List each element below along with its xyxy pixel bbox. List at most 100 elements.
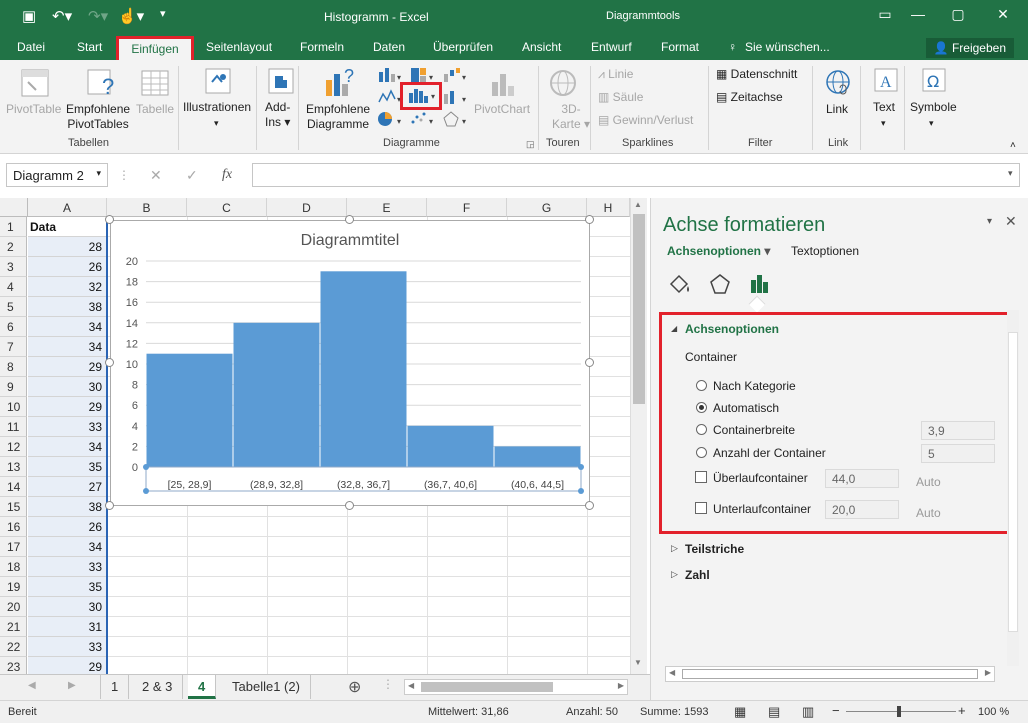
tab-text-options[interactable]: Textoptionen (791, 244, 859, 258)
zoom-in-icon[interactable]: + (958, 703, 966, 718)
chart-resize-handle[interactable] (345, 501, 354, 510)
page-layout-view-icon[interactable]: ▤ (768, 704, 780, 720)
cell-a21[interactable]: 31 (28, 617, 107, 637)
minimize-icon[interactable]: — (903, 6, 933, 22)
illustrations-button[interactable]: Illustrationen (183, 100, 251, 115)
row-header-14[interactable]: 14 (0, 477, 27, 497)
chart-resize-handle[interactable] (585, 501, 594, 510)
chart-resize-handle[interactable] (585, 215, 594, 224)
cell-a7[interactable]: 34 (28, 337, 107, 357)
hscroll-thumb[interactable] (421, 682, 553, 692)
row-header-19[interactable]: 19 (0, 577, 27, 597)
page-break-view-icon[interactable]: ▥ (802, 704, 814, 720)
tab-seitenlayout[interactable]: Seitenlayout (206, 40, 272, 54)
cell-a10[interactable]: 29 (28, 397, 107, 417)
chart-resize-handle[interactable] (105, 215, 114, 224)
tab-start[interactable]: Start (77, 40, 102, 54)
zoom-slider-thumb[interactable] (897, 706, 901, 717)
tab-datei[interactable]: Datei (17, 40, 45, 54)
chart-resize-handle[interactable] (345, 215, 354, 224)
pane-horizontal-scrollbar[interactable]: ◀ ▶ (665, 666, 995, 682)
section-tick-marks[interactable]: Teilstriche (685, 542, 744, 556)
cell-a23[interactable]: 29 (28, 657, 107, 674)
cell-a11[interactable]: 33 (28, 417, 107, 437)
touch-mode-icon[interactable]: ☝▾ (118, 7, 144, 25)
cell-a4[interactable]: 32 (28, 277, 107, 297)
cell-a15[interactable]: 38 (28, 497, 107, 517)
text-button[interactable]: Text (873, 100, 895, 115)
horizontal-scrollbar[interactable]: ◀ ▶ (404, 679, 628, 695)
tab-daten[interactable]: Daten (373, 40, 405, 54)
tab-entwurf[interactable]: Entwurf (591, 40, 632, 54)
column-header-g[interactable]: G (507, 198, 587, 217)
sheet-tab-2-3[interactable]: 2 & 3 (132, 675, 184, 699)
expand-number-icon[interactable]: ▷ (671, 569, 678, 580)
scroll-up-icon[interactable]: ▲ (634, 200, 642, 209)
column-header-d[interactable]: D (267, 198, 347, 217)
row-header-8[interactable]: 8 (0, 357, 27, 377)
insert-function-icon[interactable]: fx (222, 167, 232, 183)
expand-formula-icon[interactable]: ▾ (1008, 168, 1013, 179)
cell-a2[interactable]: 28 (28, 237, 107, 257)
underflow-bin-checkbox[interactable] (695, 502, 707, 514)
cell-a16[interactable]: 26 (28, 517, 107, 537)
row-header-13[interactable]: 13 (0, 457, 27, 477)
charts-dialog-launcher-icon[interactable]: ◲ (526, 137, 535, 152)
cell-a8[interactable]: 29 (28, 357, 107, 377)
cell-a3[interactable]: 26 (28, 257, 107, 277)
row-header-9[interactable]: 9 (0, 377, 27, 397)
row-header-15[interactable]: 15 (0, 497, 27, 517)
column-header-e[interactable]: E (347, 198, 427, 217)
redo-icon[interactable]: ↷▾ (88, 7, 108, 25)
normal-view-icon[interactable]: ▦ (734, 704, 746, 720)
collapse-ribbon-icon[interactable]: ˄ (1010, 138, 1016, 153)
table-button[interactable]: Tabelle (136, 102, 174, 117)
row-header-21[interactable]: 21 (0, 617, 27, 637)
sheet-tab-tabelle1[interactable]: Tabelle1 (2) (222, 675, 311, 699)
row-header-16[interactable]: 16 (0, 517, 27, 537)
histogram-chart-button[interactable]: ▾ (400, 82, 442, 110)
chart-resize-handle[interactable] (585, 358, 594, 367)
row-header-7[interactable]: 7 (0, 337, 27, 357)
pane-hscroll-right-icon[interactable]: ▶ (985, 668, 991, 677)
zoom-out-icon[interactable]: − (832, 703, 840, 718)
symbols-button[interactable]: Symbole (910, 100, 957, 115)
ribbon-display-icon[interactable]: ▭ (870, 6, 900, 23)
row-header-22[interactable]: 22 (0, 637, 27, 657)
row-header-23[interactable]: 23 (0, 657, 27, 674)
cell-a22[interactable]: 33 (28, 637, 107, 657)
expand-ticks-icon[interactable]: ▷ (671, 543, 678, 554)
cancel-icon[interactable]: ✕ (150, 167, 162, 184)
select-all-corner[interactable] (0, 198, 28, 217)
row-header-20[interactable]: 20 (0, 597, 27, 617)
zoom-slider[interactable] (846, 711, 956, 712)
addins-button[interactable]: Add- Ins ▾ (265, 100, 290, 130)
collapse-section-icon[interactable]: ◢ (671, 324, 677, 333)
column-header-b[interactable]: B (107, 198, 187, 217)
cell-a20[interactable]: 30 (28, 597, 107, 617)
axis-options-dropdown-icon[interactable]: ▾ (764, 244, 770, 258)
row-header-10[interactable]: 10 (0, 397, 27, 417)
sparkline-winloss-button[interactable]: ▤ Gewinn/Verlust (598, 113, 693, 128)
cell-a1[interactable]: Data (28, 217, 107, 237)
cell-a5[interactable]: 38 (28, 297, 107, 317)
sparkline-column-button[interactable]: ▥ Säule (598, 90, 643, 105)
text-dropdown-icon[interactable]: ▾ (881, 116, 886, 131)
restore-icon[interactable]: ▢ (943, 6, 973, 23)
tab-ansicht[interactable]: Ansicht (522, 40, 561, 54)
timeline-button[interactable]: ▤ Zeitachse (716, 90, 783, 105)
underflow-bin-input[interactable]: 20,0 (825, 500, 899, 519)
scatter-chart-icon[interactable]: ▾ (408, 110, 436, 128)
cell-a19[interactable]: 35 (28, 577, 107, 597)
radio-by-category[interactable] (696, 380, 707, 391)
cell-a14[interactable]: 27 (28, 477, 107, 497)
row-header-2[interactable]: 2 (0, 237, 27, 257)
radio-automatic[interactable] (696, 402, 707, 413)
row-header-5[interactable]: 5 (0, 297, 27, 317)
section-number[interactable]: Zahl (685, 568, 710, 582)
histogram-chart[interactable]: Diagrammtitel 0 2 4 6 8 10 12 14 16 18 20 [25, 28,9]… (110, 220, 590, 506)
share-button[interactable]: 👤 Freigeben (925, 38, 1014, 58)
tell-me-input[interactable]: Sie wünschen... (745, 40, 830, 54)
tab-splitter-icon[interactable]: ⋮ (382, 677, 394, 691)
effects-icon[interactable] (707, 272, 733, 296)
